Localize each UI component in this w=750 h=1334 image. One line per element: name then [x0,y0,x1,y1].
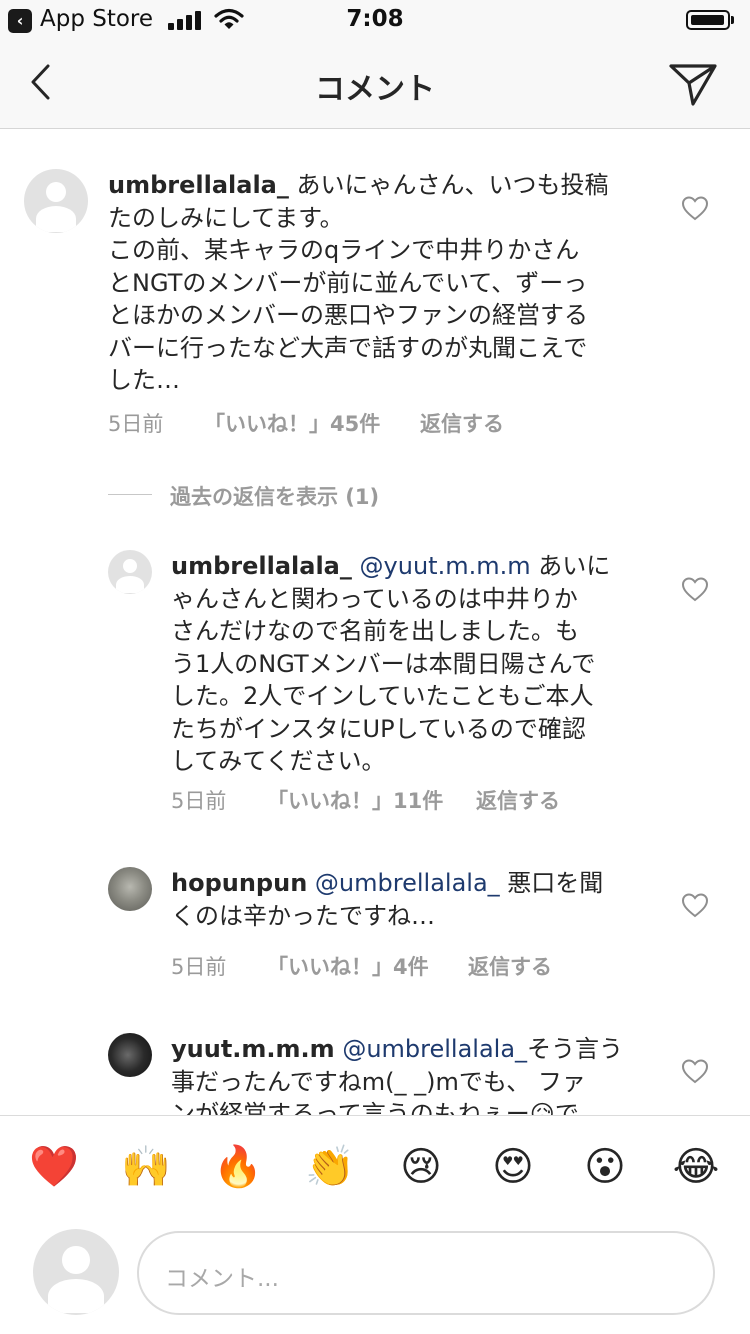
comment-line: 事だったんですねm(_ _)mでも、 ファ [171,1067,586,1096]
avatar[interactable] [24,169,88,233]
comment-time: 5日前 [171,789,227,813]
avatar[interactable] [108,550,152,594]
comment-text: umbrellalala_ あいにゃんさん、いつも投稿 たのしみにしてます。 こ… [108,169,668,397]
comment-line: 悪口を聞 [507,869,604,897]
comment-line: あいに [538,552,611,580]
comment-line: ンが経営するって言うのもねぇー😥で [171,1100,579,1115]
comment-username[interactable]: hopunpun [171,869,307,897]
comment-likes-link[interactable]: 「いいね！」45件 [204,408,380,438]
comment-line: した。2人でインしていたこともご本人 [171,682,594,710]
heart-emoji-button[interactable]: ❤️ [29,1142,79,1192]
mention-link[interactable]: @yuut.m.m.m [360,552,531,580]
comment-line: ゃんさんと関わっているのは中井りか [171,584,578,613]
comment-line: あいにゃんさん、いつも投稿 [296,171,609,199]
like-heart-icon[interactable] [681,892,709,918]
avatar[interactable] [108,1033,152,1077]
like-heart-icon[interactable] [681,576,709,602]
comment-username[interactable]: yuut.m.m.m [171,1035,335,1063]
nav-bar: コメント [0,40,750,129]
page-title: コメント [315,72,435,107]
comment-time: 5日前 [108,412,164,436]
surprised-emoji-button[interactable]: 😮 [580,1142,630,1192]
comment-line: たのしみにしてます。 [108,203,344,232]
comment-line: そう言う [527,1035,624,1063]
comment-text: hopunpun @umbrellalala_ 悪口を聞 くのは辛かったですね… [171,867,651,932]
mention-link[interactable]: @umbrellalala_ [315,869,500,897]
comment-text: yuut.m.m.m @umbrellalala_そう言う 事だったんですねm(… [171,1033,651,1115]
crying-emoji-button[interactable]: 😢 [396,1142,446,1192]
comment-time: 5日前 [171,955,227,979]
comment-input[interactable]: コメント... [137,1231,715,1315]
send-direct-icon[interactable] [668,60,718,110]
comment-likes-link[interactable]: 「いいね！」4件 [267,951,429,981]
clap-emoji-button[interactable]: 👏 [305,1142,355,1192]
raised-hands-emoji-button[interactable]: 🙌 [121,1142,171,1192]
mention-link[interactable]: @umbrellalala_ [342,1035,527,1063]
divider [108,494,152,495]
like-heart-icon[interactable] [681,1058,709,1084]
avatar[interactable] [108,867,152,911]
reply-button[interactable]: 返信する [420,408,504,438]
heart-eyes-emoji-button[interactable]: 😍 [488,1142,538,1192]
own-avatar [33,1229,119,1315]
reply-button[interactable]: 返信する [476,785,560,815]
comment-line: とNGTのメンバーが前に並んでいて、ずーっ [108,268,588,297]
status-bar: ‹ App Store 7:08 [0,0,750,40]
comment-line: とほかのメンバーの悪口やファンの経営する [108,301,588,329]
comment-line: バーに行ったなど大声で話すのが丸聞こえで [108,333,588,362]
reply-button[interactable]: 返信する [468,951,552,981]
comment-username[interactable]: umbrellalala_ [171,552,352,580]
comment-line: さんだけなので名前を出しました。も [171,617,579,645]
like-heart-icon[interactable] [681,195,709,221]
laughing-emoji-button[interactable]: 😂 [671,1142,721,1192]
comment-input-placeholder: コメント... [165,1266,279,1292]
comment-input-bar: コメント... [0,1221,750,1334]
battery-icon [686,10,730,30]
comment-line: した… [108,366,180,394]
comment-list[interactable]: umbrellalala_ あいにゃんさん、いつも投稿 たのしみにしてます。 こ… [0,129,750,1115]
comment-text: umbrellalala_ @yuut.m.m.m あいに ゃんさんと関わってい… [171,550,651,778]
emoji-quick-bar: ❤️ 🙌 🔥 👏 😢 😍 😮 😂 [0,1115,750,1222]
comment-line: たちがインスタにUPしているので確認 [171,714,586,743]
view-previous-replies[interactable]: 過去の返信を表示 (1) [170,481,379,511]
fire-emoji-button[interactable]: 🔥 [213,1142,263,1192]
comment-username[interactable]: umbrellalala_ [108,171,289,199]
comment-line: この前、某キャラのqラインで中井りかさん [108,236,580,264]
clock: 7:08 [346,6,404,32]
comment-line: くのは辛かったですね… [171,901,435,930]
battery-nub [731,16,734,24]
comment-likes-link[interactable]: 「いいね！」11件 [267,785,443,815]
comment-line: う1人のNGTメンバーは本間日陽さんで [171,649,596,678]
comment-line: してみてください。 [171,747,386,775]
